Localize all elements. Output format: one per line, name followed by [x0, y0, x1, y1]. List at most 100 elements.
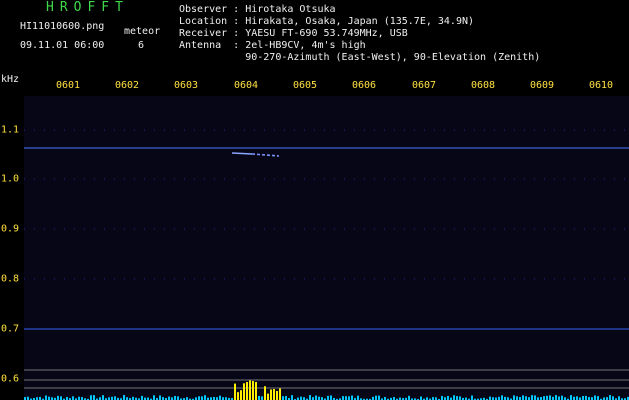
- signal-bar: [204, 395, 206, 400]
- signal-bar: [582, 395, 584, 400]
- time-label-0608: 0608: [470, 80, 496, 91]
- signal-bar: [318, 396, 320, 400]
- signal-bar: [543, 396, 545, 400]
- signal-bar: [123, 395, 125, 400]
- signal-bar: [342, 396, 344, 400]
- signal-bar: [618, 396, 620, 400]
- signal-bar: [501, 395, 503, 400]
- grid-lines: [24, 129, 629, 330]
- signal-bar: [201, 396, 203, 400]
- signal-bar: [57, 395, 59, 400]
- signal-bar: [159, 395, 161, 400]
- datetime: 09.11.01 06:00: [20, 40, 105, 51]
- freq-label-0.7: 0.7: [1, 323, 20, 335]
- signal-bar: [531, 395, 533, 400]
- signal-bar: [441, 395, 443, 400]
- meteor-count: 6: [138, 40, 145, 51]
- signal-bar: [315, 395, 317, 400]
- time-label-0601: 0601: [55, 80, 81, 91]
- signal-bar: [609, 395, 611, 400]
- signal-bar: [177, 396, 179, 400]
- signal-bar: [234, 383, 236, 400]
- echo-trace-tail: [251, 153, 280, 157]
- signal-bar: [345, 396, 347, 400]
- signal-bar: [534, 395, 536, 400]
- signal-bar: [597, 396, 599, 400]
- signal-bar: [561, 395, 563, 400]
- time-label-0607: 0607: [411, 80, 437, 91]
- signal-bar: [153, 395, 155, 400]
- location-line: Location : Hirakata, Osaka, Japan (135.7…: [179, 16, 475, 27]
- freq-label-0.8: 0.8: [1, 273, 20, 285]
- signal-bar: [240, 390, 242, 400]
- meteor-label: meteor: [124, 26, 161, 37]
- signal-bar: [237, 392, 239, 400]
- signal-bar: [570, 395, 572, 400]
- signal-bar: [612, 396, 614, 400]
- signal-bar: [525, 396, 527, 400]
- signal-bar: [243, 383, 245, 400]
- signal-bar: [114, 396, 116, 400]
- signal-bar: [576, 396, 578, 400]
- signal-bar: [447, 396, 449, 400]
- freq-label-1.1: 1.1: [1, 124, 20, 136]
- signal-bar: [549, 395, 551, 400]
- echo-trace: [231, 152, 253, 155]
- signal-bar: [378, 395, 380, 400]
- signal-strength-bars: [24, 380, 629, 400]
- time-label-0610: 0610: [588, 80, 614, 91]
- signal-bar: [522, 395, 524, 400]
- signal-bar: [459, 396, 461, 400]
- signal-bar: [471, 395, 473, 400]
- antenna-line: Antenna : 2el-HB9CV, 4m's high: [179, 40, 366, 51]
- time-label-0604: 0604: [233, 80, 259, 91]
- signal-bar: [351, 395, 353, 400]
- signal-bar: [453, 395, 455, 400]
- signal-bar: [93, 395, 95, 400]
- signal-bar: [558, 396, 560, 400]
- time-label-0605: 0605: [292, 80, 318, 91]
- signal-bar: [516, 396, 518, 400]
- signal-bar: [375, 395, 377, 400]
- spectrogram-plot: [24, 96, 629, 400]
- freq-label-0.9: 0.9: [1, 223, 20, 235]
- signal-bar: [252, 381, 254, 400]
- frequency-unit-label: kHz: [1, 74, 20, 85]
- signal-bar: [456, 396, 458, 400]
- signal-bar: [174, 395, 176, 400]
- signal-bar: [420, 396, 422, 400]
- signal-bar: [357, 395, 359, 400]
- file-name: HI11010600.png: [20, 21, 105, 32]
- signal-bar: [198, 396, 200, 400]
- app-title: HROFFT: [46, 0, 129, 15]
- signal-bar: [258, 396, 260, 400]
- signal-bar: [585, 395, 587, 400]
- signal-bar: [408, 395, 410, 400]
- signal-bar: [513, 395, 515, 400]
- signal-bar: [261, 396, 263, 400]
- signal-bar: [249, 380, 251, 400]
- signal-bar: [264, 386, 266, 400]
- signal-bar: [279, 388, 281, 400]
- antenna-detail-line: 90-270-Azimuth (East-West), 90-Elevation…: [179, 52, 541, 63]
- signal-bar: [327, 395, 329, 400]
- signal-bar: [273, 388, 275, 400]
- signal-bar: [300, 396, 302, 400]
- signal-bar: [141, 395, 143, 400]
- time-label-0602: 0602: [114, 80, 140, 91]
- signal-bar: [282, 396, 284, 400]
- signal-bar: [168, 396, 170, 400]
- signal-bar: [219, 395, 221, 400]
- time-label-0609: 0609: [529, 80, 555, 91]
- signal-bar: [72, 396, 74, 400]
- freq-label-0.6: 0.6: [1, 373, 20, 385]
- signal-bar: [267, 393, 269, 400]
- signal-bar: [255, 381, 257, 400]
- signal-bar: [45, 395, 47, 400]
- signal-bar: [348, 396, 350, 400]
- time-label-0606: 0606: [351, 80, 377, 91]
- signal-bar: [489, 396, 491, 400]
- signal-bar: [594, 395, 596, 400]
- signal-bar: [546, 395, 548, 400]
- signal-bar: [555, 395, 557, 400]
